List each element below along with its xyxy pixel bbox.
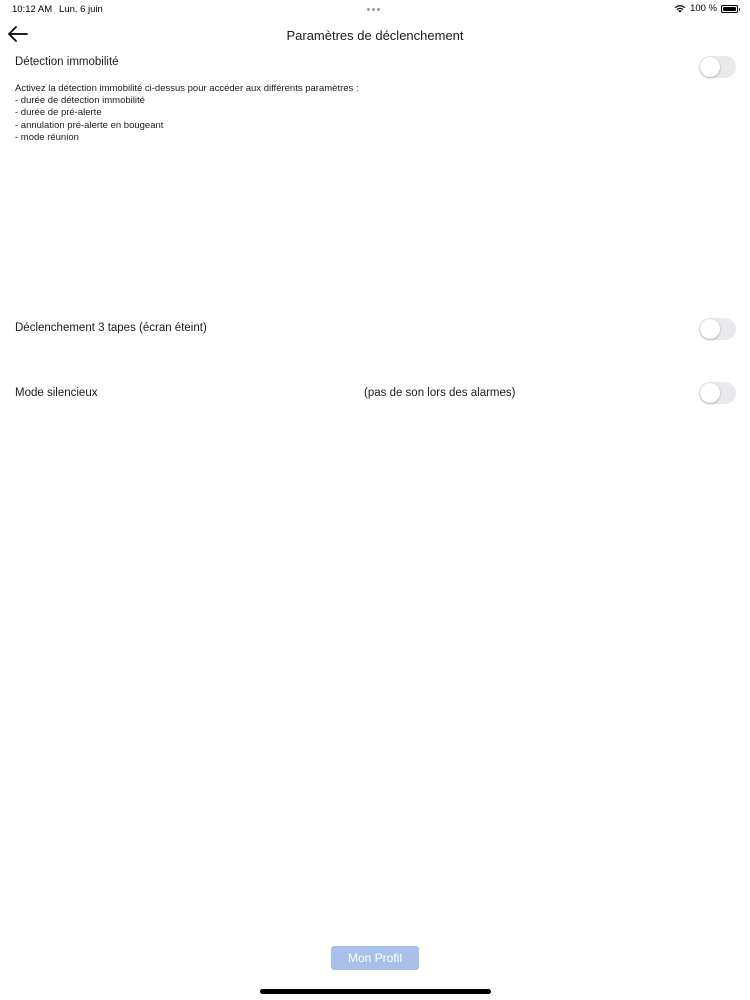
silent-mode-label: Mode silencieux	[15, 387, 98, 399]
home-indicator[interactable]	[260, 989, 491, 994]
silent-mode-toggle[interactable]	[699, 382, 736, 404]
description-line: - annulation pré-alerte en bougeant	[15, 119, 164, 131]
description-line: - durée de pré-alerte	[15, 107, 102, 119]
silent-mode-note: (pas de son lors des alarmes)	[364, 387, 516, 399]
status-bar: 10:12 AM Lun. 6 juin 100 %	[0, 0, 750, 18]
battery-percent: 100 %	[690, 3, 717, 14]
toggle-knob	[700, 57, 720, 77]
immobility-description: Activez la détection immobilité ci-dessu…	[15, 83, 359, 144]
status-time: 10:12 AM	[12, 4, 53, 15]
immobility-detection-toggle[interactable]	[699, 56, 736, 78]
battery-icon	[721, 4, 740, 13]
profile-button[interactable]: Mon Profil	[331, 946, 419, 970]
wifi-icon	[674, 4, 686, 13]
description-line: - durée de détection immobilité	[15, 95, 145, 107]
status-right: 100 %	[674, 3, 740, 14]
toggle-knob	[700, 383, 720, 403]
page-title: Paramètres de déclenchement	[286, 28, 464, 43]
triple-tap-toggle[interactable]	[699, 318, 736, 340]
status-date: Lun. 6 juin	[59, 4, 103, 15]
toggle-knob	[700, 319, 720, 339]
description-line: - mode réunion	[15, 131, 79, 143]
triple-tap-label: Déclenchement 3 tapes (écran éteint)	[15, 322, 207, 334]
multitasking-dots-icon[interactable]	[367, 8, 380, 11]
immobility-detection-label: Détection immobilité	[15, 56, 119, 68]
description-line: Activez la détection immobilité ci-dessu…	[15, 83, 359, 94]
